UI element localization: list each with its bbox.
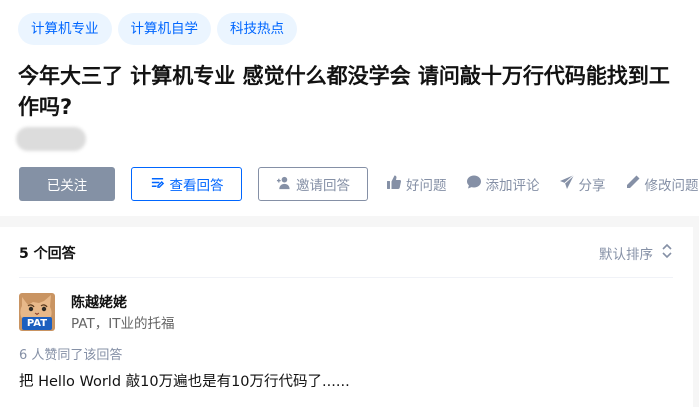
avatar-pat-badge: PAT	[26, 318, 48, 329]
add-comment-label: 添加评论	[485, 178, 540, 194]
author-meta: 陈越姥姥 PAT，IT业的托福	[71, 293, 174, 334]
question-link-actions: 好问题 添加评论 分享 修改问题	[386, 174, 699, 194]
edit-question-button[interactable]: 修改问题	[625, 174, 699, 194]
share-button[interactable]: 分享	[559, 174, 606, 194]
question-title[interactable]: 今年大三了 计算机专业 感觉什么都没学会 请问敲十万行代码能找到工作吗?	[18, 61, 688, 123]
good-question-button[interactable]: 好问题	[386, 174, 447, 194]
redacted-placeholder	[16, 127, 86, 151]
author-bio: PAT，IT业的托福	[71, 316, 175, 332]
thumbs-up-icon	[386, 174, 402, 194]
good-question-label: 好问题	[406, 178, 447, 194]
question-actions: 已关注 查看回答 邀请回答 好问题 添加评论 分享 修改问题	[19, 167, 699, 201]
topic-tags: 计算机专业 计算机自学 科技热点	[18, 13, 297, 45]
author-name[interactable]: 陈越姥姥	[71, 293, 174, 313]
invite-answer-button[interactable]: 邀请回答	[258, 167, 368, 201]
question-card: 计算机专业 计算机自学 科技热点 今年大三了 计算机专业 感觉什么都没学会 请问…	[0, 0, 699, 216]
view-answers-label: 查看回答	[169, 178, 224, 194]
sort-selector[interactable]: 默认排序	[599, 243, 673, 263]
sort-label: 默认排序	[599, 247, 653, 263]
follow-button[interactable]: 已关注	[19, 167, 115, 201]
answer-excerpt[interactable]: 把 Hello World 敲10万遍也是有10万行代码了......	[19, 370, 350, 391]
divider	[19, 277, 673, 278]
share-plane-icon	[559, 174, 575, 194]
topic-tag[interactable]: 计算机专业	[18, 13, 112, 45]
pencil-icon	[625, 174, 641, 194]
edit-question-label: 修改问题	[644, 178, 699, 194]
add-comment-button[interactable]: 添加评论	[466, 174, 540, 194]
add-user-icon	[276, 175, 291, 194]
topic-tag[interactable]: 计算机自学	[117, 13, 211, 45]
answers-card: 5 个回答 默认排序 PAT 陈越姥姥 PAT，IT业的托福 6 人赞同了该回答…	[0, 227, 693, 407]
vote-count: 6 人赞同了该回答	[19, 348, 123, 363]
follow-button-label: 已关注	[46, 178, 88, 194]
share-label: 分享	[578, 178, 606, 194]
sort-toggle-icon	[661, 243, 673, 263]
invite-answer-label: 邀请回答	[296, 178, 350, 194]
answers-header: 5 个回答 默认排序	[19, 243, 673, 263]
answer-count: 5 个回答	[19, 246, 76, 262]
view-answers-button[interactable]: 查看回答	[131, 167, 242, 201]
avatar[interactable]: PAT	[19, 293, 55, 331]
comment-icon	[466, 174, 482, 194]
edit-list-icon	[150, 175, 165, 194]
answer-author: PAT 陈越姥姥 PAT，IT业的托福	[19, 293, 174, 334]
topic-tag[interactable]: 科技热点	[217, 13, 297, 45]
